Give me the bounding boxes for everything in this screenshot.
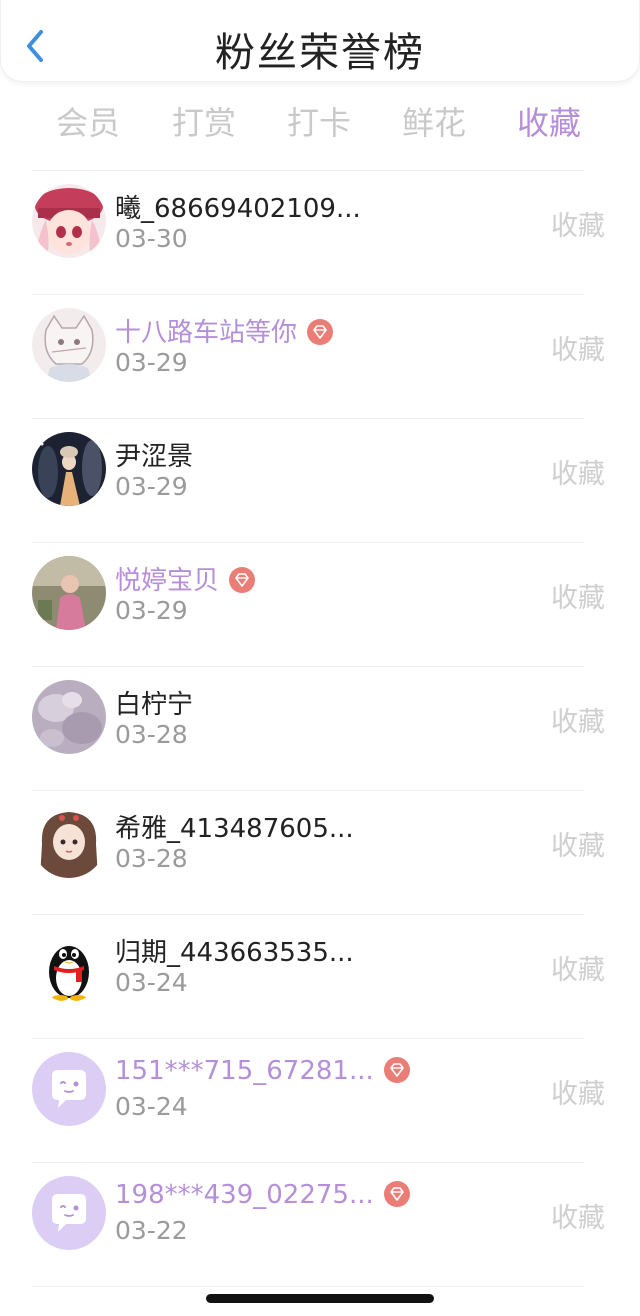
divider xyxy=(32,1286,584,1287)
tab-favorites[interactable]: 收藏 xyxy=(517,98,581,144)
fan-date: 03-29 xyxy=(115,348,188,377)
tab-flowers[interactable]: 鲜花 xyxy=(402,98,466,144)
fan-name: 198***439_02275... xyxy=(115,1180,410,1210)
avatar[interactable] xyxy=(32,308,106,382)
avatar[interactable] xyxy=(32,804,106,878)
divider xyxy=(32,666,584,667)
list-item[interactable]: 十八路车站等你 03-29 收藏 xyxy=(0,294,640,418)
avatar[interactable] xyxy=(32,556,106,630)
action-label: 收藏 xyxy=(551,583,605,614)
list-item[interactable]: 白柠宁 03-28 收藏 xyxy=(0,666,640,790)
action-label: 收藏 xyxy=(551,1079,605,1110)
tab-bar: 会员 打赏 打卡 鲜花 收藏 xyxy=(0,98,640,146)
divider xyxy=(32,542,584,543)
avatar[interactable] xyxy=(32,184,106,258)
fan-date: 03-22 xyxy=(115,1216,188,1245)
action-label: 收藏 xyxy=(551,1203,605,1234)
fan-name-text: 悦婷宝贝 xyxy=(115,566,220,596)
action-label: 收藏 xyxy=(551,707,605,738)
fan-name-text: 十八路车站等你 xyxy=(115,318,298,348)
tab-member[interactable]: 会员 xyxy=(56,98,120,144)
avatar[interactable] xyxy=(32,680,106,754)
fan-name: 尹涩景 xyxy=(115,442,194,472)
fan-date: 03-28 xyxy=(115,844,188,873)
home-indicator xyxy=(206,1294,434,1303)
fan-name: 白柠宁 xyxy=(115,690,194,720)
avatar[interactable] xyxy=(32,1052,106,1126)
action-label: 收藏 xyxy=(551,831,605,862)
list-item[interactable]: 曦_68669402109... 03-30 收藏 xyxy=(0,170,640,294)
action-label: 收藏 xyxy=(551,335,605,366)
fan-name: 希雅_413487605... xyxy=(115,814,354,844)
action-label: 收藏 xyxy=(551,955,605,986)
avatar[interactable] xyxy=(32,928,106,1002)
divider xyxy=(32,790,584,791)
tab-checkin[interactable]: 打卡 xyxy=(287,98,351,144)
page-title: 粉丝荣誉榜 xyxy=(215,30,425,76)
fan-date: 03-24 xyxy=(115,968,188,997)
action-label: 收藏 xyxy=(551,459,605,490)
divider xyxy=(32,1162,584,1163)
fan-name: 悦婷宝贝 xyxy=(115,560,256,597)
fan-date: 03-29 xyxy=(115,596,188,625)
divider xyxy=(32,294,584,295)
fan-name-text: 198***439_02275... xyxy=(115,1180,374,1210)
fan-name: 十八路车站等你 xyxy=(115,312,334,349)
list-item[interactable]: 归期_443663535... 03-24 收藏 xyxy=(0,914,640,1038)
divider xyxy=(32,914,584,915)
vip-diamond-icon xyxy=(307,318,334,345)
header-bar: 粉丝荣誉榜 xyxy=(0,0,640,82)
fan-date: 03-30 xyxy=(115,224,188,253)
avatar[interactable] xyxy=(32,1176,106,1250)
action-label: 收藏 xyxy=(551,211,605,242)
fan-name-text: 151***715_67281... xyxy=(115,1056,374,1086)
list-item[interactable]: 悦婷宝贝 03-29 收藏 xyxy=(0,542,640,666)
vip-diamond-icon xyxy=(383,1056,410,1083)
list-item[interactable]: 尹涩景 03-29 收藏 xyxy=(0,418,640,542)
fan-name: 151***715_67281... xyxy=(115,1056,410,1086)
list-item[interactable]: 希雅_413487605... 03-28 收藏 xyxy=(0,790,640,914)
avatar[interactable] xyxy=(32,432,106,506)
tab-reward[interactable]: 打赏 xyxy=(172,98,236,144)
fan-date: 03-29 xyxy=(115,472,188,501)
vip-diamond-icon xyxy=(383,1180,410,1207)
list-item[interactable]: 151***715_67281... 03-24 收藏 xyxy=(0,1038,640,1162)
fan-name: 曦_68669402109... xyxy=(115,194,361,224)
vip-diamond-icon xyxy=(229,566,256,593)
divider xyxy=(32,418,584,419)
divider xyxy=(32,1038,584,1039)
fan-date: 03-24 xyxy=(115,1092,188,1121)
divider xyxy=(32,170,584,171)
list-item[interactable]: 198***439_02275... 03-22 收藏 xyxy=(0,1162,640,1286)
fan-name: 归期_443663535... xyxy=(115,938,354,968)
fan-date: 03-28 xyxy=(115,720,188,749)
